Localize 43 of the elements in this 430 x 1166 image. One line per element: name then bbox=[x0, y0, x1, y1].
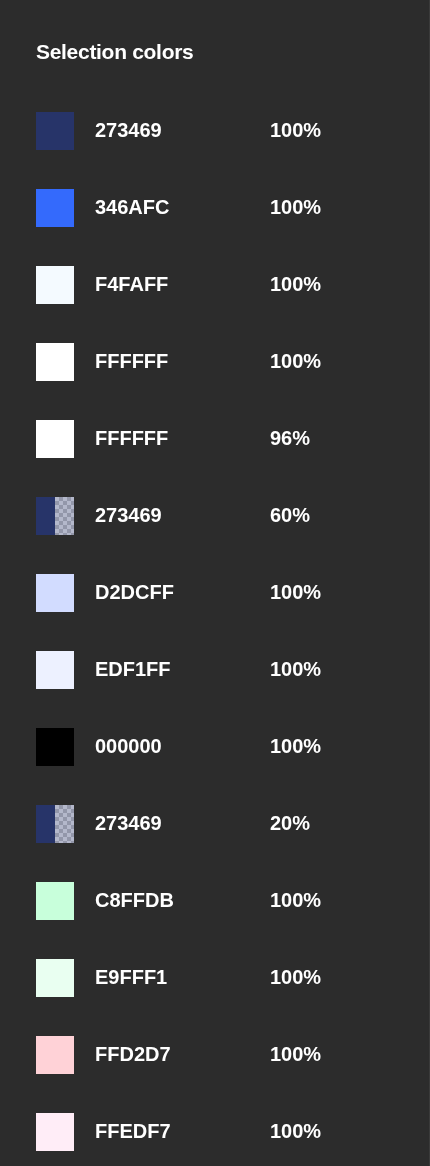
hex-value[interactable]: 273469 bbox=[95, 812, 270, 835]
hex-value[interactable]: 346AFC bbox=[95, 196, 270, 219]
color-swatch[interactable] bbox=[36, 342, 74, 381]
opacity-value[interactable]: 100% bbox=[270, 889, 322, 912]
opacity-value[interactable]: 100% bbox=[270, 735, 322, 758]
opacity-value[interactable]: 100% bbox=[270, 1120, 322, 1143]
opacity-value[interactable]: 100% bbox=[270, 966, 322, 989]
panel-title: Selection colors bbox=[36, 40, 195, 64]
color-swatch[interactable] bbox=[36, 727, 74, 766]
color-swatch[interactable] bbox=[36, 111, 74, 150]
hex-value[interactable]: 273469 bbox=[95, 119, 270, 142]
color-swatch[interactable] bbox=[36, 265, 74, 304]
hex-value[interactable]: FFFFFF bbox=[95, 427, 270, 450]
opacity-value[interactable]: 100% bbox=[270, 196, 322, 219]
opacity-value[interactable]: 100% bbox=[270, 658, 322, 681]
hex-value[interactable]: D2DCFF bbox=[95, 581, 270, 604]
hex-value[interactable]: 273469 bbox=[95, 504, 270, 527]
opacity-value[interactable]: 100% bbox=[270, 273, 322, 296]
hex-value[interactable]: 000000 bbox=[95, 735, 270, 758]
hex-value[interactable]: C8FFDB bbox=[95, 889, 270, 912]
color-swatch[interactable] bbox=[36, 881, 74, 920]
hex-value[interactable]: F4FAFF bbox=[95, 273, 270, 296]
color-swatch[interactable] bbox=[36, 958, 74, 997]
color-swatch[interactable] bbox=[36, 419, 74, 458]
hex-value[interactable]: EDF1FF bbox=[95, 658, 270, 681]
opacity-value[interactable]: 100% bbox=[270, 119, 322, 142]
opacity-value[interactable]: 100% bbox=[270, 1043, 322, 1066]
opacity-value[interactable]: 96% bbox=[270, 427, 311, 450]
opacity-value[interactable]: 100% bbox=[270, 350, 322, 373]
color-swatch[interactable] bbox=[36, 1112, 74, 1151]
opacity-value[interactable]: 60% bbox=[270, 504, 311, 527]
hex-value[interactable]: E9FFF1 bbox=[95, 966, 270, 989]
hex-value[interactable]: FFEDF7 bbox=[95, 1120, 270, 1143]
color-swatch[interactable] bbox=[36, 804, 74, 843]
color-swatch[interactable] bbox=[36, 650, 74, 689]
hex-value[interactable]: FFD2D7 bbox=[95, 1043, 270, 1066]
opacity-value[interactable]: 100% bbox=[270, 581, 322, 604]
opacity-value[interactable]: 20% bbox=[270, 812, 311, 835]
hex-value[interactable]: FFFFFF bbox=[95, 350, 270, 373]
color-swatch[interactable] bbox=[36, 496, 74, 535]
color-swatch[interactable] bbox=[36, 573, 74, 612]
color-swatch[interactable] bbox=[36, 1035, 74, 1074]
color-swatch[interactable] bbox=[36, 188, 74, 227]
